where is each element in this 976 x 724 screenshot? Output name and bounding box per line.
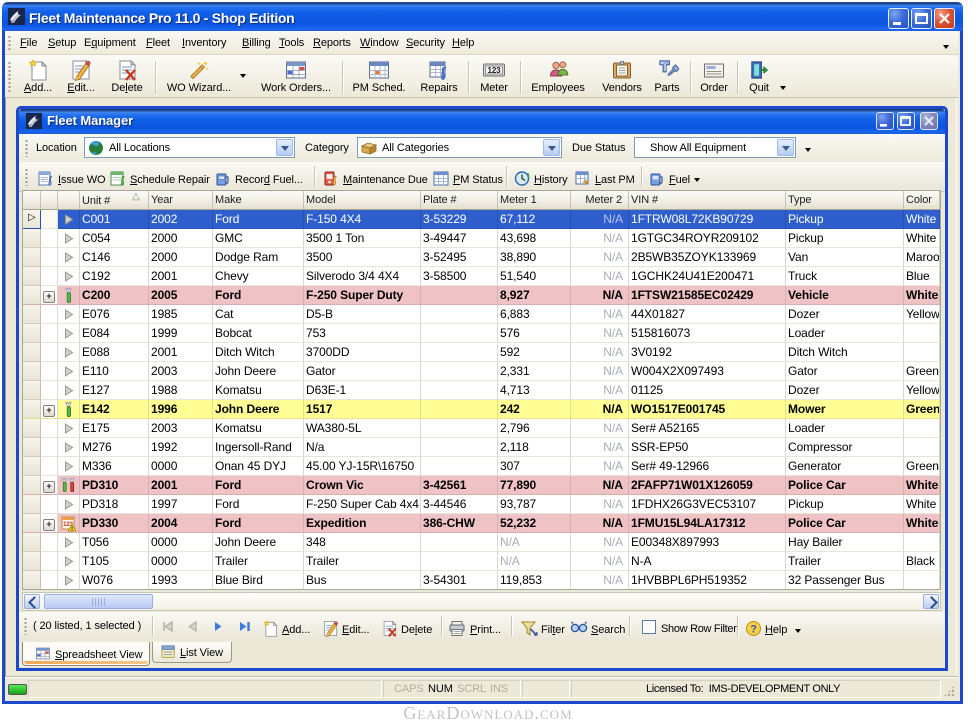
svg-text:!: ! [71, 526, 73, 532]
svg-text:?: ? [750, 624, 757, 636]
